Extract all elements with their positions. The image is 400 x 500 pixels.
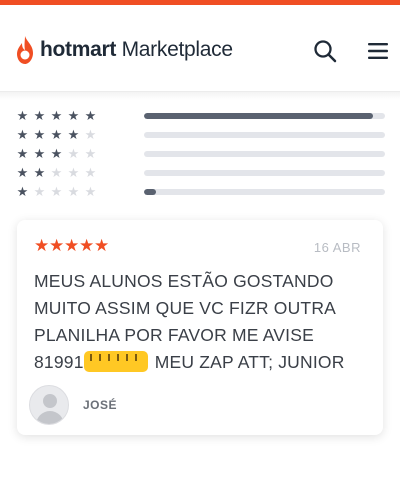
rating-bar-track (144, 150, 385, 157)
brand-name-marketplace: Marketplace (116, 38, 233, 61)
star-icon: ★ (67, 108, 80, 123)
star-icon: ★ (67, 165, 80, 180)
review-text-line: MUITO ASSIM QUE VC FIZR OUTRA (34, 298, 337, 318)
star-icon: ★ (33, 184, 46, 199)
hotmart-logo[interactable]: hotmart Marketplace (14, 35, 233, 65)
rating-row-3[interactable]: ★ ★ ★ ★ ★ (14, 144, 386, 163)
rating-bar-track (144, 112, 385, 119)
star-icon: ★ (33, 165, 46, 180)
star-icon: ★ (50, 184, 63, 199)
rating-row-stars: ★ ★ ★ ★ ★ (14, 128, 132, 141)
rating-row-stars: ★ ★ ★ ★ ★ (14, 166, 132, 179)
phone-prefix: 81991 (34, 352, 84, 372)
rating-bar-fill (144, 112, 373, 119)
star-icon: ★ (84, 108, 97, 123)
brand-name: hotmart Marketplace (40, 38, 233, 62)
star-icon: ★ (50, 108, 63, 123)
star-icon: ★ (50, 146, 63, 161)
app-header: hotmart Marketplace (0, 5, 400, 92)
star-icon: ★ (84, 184, 97, 199)
rating-row-stars: ★ ★ ★ ★ ★ (14, 147, 132, 160)
review-author: JOSÉ (83, 398, 118, 412)
avatar (29, 385, 69, 425)
flame-logo-icon (17, 36, 33, 64)
rating-row-5[interactable]: ★ ★ ★ ★ ★ (14, 106, 386, 125)
header-shadow (0, 92, 400, 100)
review-text-line: MEUS ALUNOS ESTÃO GOSTANDO (34, 271, 334, 291)
rating-bar-fill (144, 188, 157, 195)
rating-bar-track (144, 188, 385, 195)
star-icon: ★ (79, 236, 95, 255)
rating-row-stars: ★ ★ ★ ★ ★ (14, 109, 132, 122)
redaction-mark (83, 351, 148, 372)
star-icon: ★ (94, 236, 110, 255)
review-text-line: 81991 MEU ZAP ATT; JUNIOR (34, 349, 364, 376)
star-icon: ★ (84, 127, 97, 142)
review-text-line: PLANILHA POR FAVOR ME AVISE (34, 325, 314, 345)
rating-row-4[interactable]: ★ ★ ★ ★ ★ (14, 125, 386, 144)
star-icon: ★ (16, 108, 29, 123)
review-text-tail: MEU ZAP ATT; JUNIOR (149, 352, 345, 372)
star-icon: ★ (16, 165, 29, 180)
star-icon: ★ (16, 146, 29, 161)
star-icon: ★ (33, 108, 46, 123)
star-icon: ★ (67, 184, 80, 199)
review-stars: ★ ★ ★ ★ ★ (34, 237, 109, 255)
star-icon: ★ (16, 127, 29, 142)
avatar-body (36, 411, 64, 424)
review-date: 16 ABR (313, 240, 361, 255)
avatar-head (43, 394, 57, 408)
hamburger-menu-icon[interactable] (367, 40, 389, 62)
rating-bar-track (144, 131, 385, 138)
review-card: ★ ★ ★ ★ ★ 16 ABR MEUS ALUNOS ESTÃO GOSTANDO … (17, 220, 383, 435)
star-icon: ★ (84, 165, 97, 180)
star-icon: ★ (84, 146, 97, 161)
star-icon: ★ (50, 127, 63, 142)
rating-row-2[interactable]: ★ ★ ★ ★ ★ (14, 163, 386, 182)
star-icon: ★ (67, 127, 80, 142)
star-icon: ★ (50, 165, 63, 180)
brand-name-bold: hotmart (40, 38, 117, 61)
star-icon: ★ (34, 236, 50, 255)
rating-row-stars: ★ ★ ★ ★ ★ (14, 185, 132, 198)
rating-row-1[interactable]: ★ ★ ★ ★ ★ (14, 182, 386, 201)
review-text: MEUS ALUNOS ESTÃO GOSTANDO MUITO ASSIM Q… (34, 268, 364, 376)
star-icon: ★ (33, 127, 46, 142)
star-icon: ★ (64, 236, 80, 255)
rating-bar-track (144, 169, 385, 176)
rating-breakdown: ★ ★ ★ ★ ★ ★ ★ ★ ★ ★ ★ ★ ★ ★ ★ ★ ★ ★ ★ ★ ★ ★ ★ ★ ★ (14, 106, 386, 201)
star-icon: ★ (67, 146, 80, 161)
star-icon: ★ (49, 236, 65, 255)
search-icon[interactable] (312, 38, 338, 64)
star-icon: ★ (33, 146, 46, 161)
star-icon: ★ (16, 184, 29, 199)
